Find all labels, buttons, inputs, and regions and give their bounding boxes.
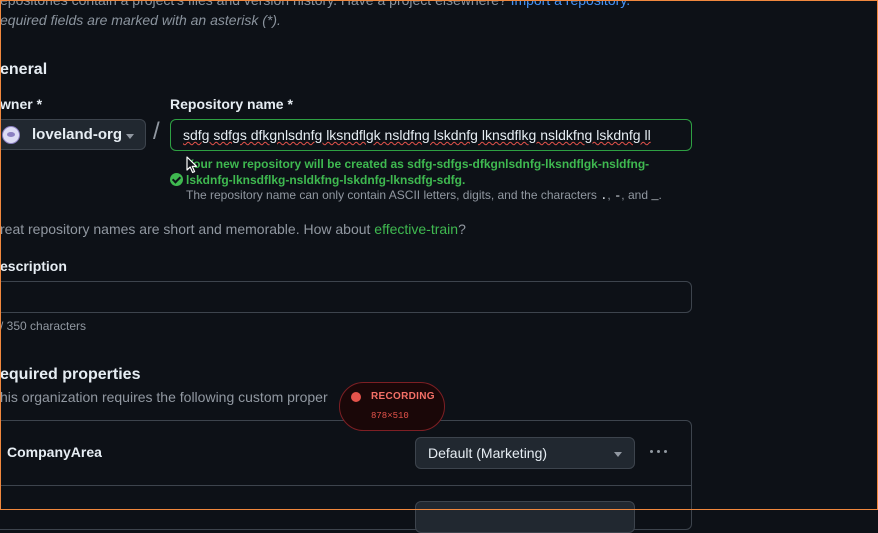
recording-label: RECORDING — [371, 391, 435, 402]
owner-dropdown[interactable]: loveland-org — [0, 119, 146, 150]
property-value-select[interactable]: Default (Marketing) — [415, 437, 635, 469]
record-dot-icon — [351, 392, 361, 402]
next-property-select[interactable] — [415, 501, 635, 533]
mouse-pointer-icon — [186, 156, 198, 174]
chevron-down-icon — [126, 134, 134, 139]
repository-name-label: Repository name * — [170, 96, 293, 112]
check-circle-icon — [170, 173, 183, 186]
property-selected-value: Default (Marketing) — [428, 445, 548, 461]
repository-name-input[interactable]: sdfg sdfgs dfkgnlsdnfg lksndflgk nsldfng… — [170, 119, 692, 151]
chevron-down-icon — [614, 452, 622, 457]
property-name: CompanyArea — [7, 444, 102, 460]
org-avatar — [2, 126, 20, 144]
required-properties-description: his organization requires the following … — [0, 389, 328, 405]
general-heading: eneral — [0, 61, 48, 78]
owner-label: wner * — [0, 96, 43, 112]
name-suggestion: reat repository names are short and memo… — [0, 221, 466, 237]
kebab-menu-icon[interactable] — [650, 450, 668, 454]
owner-name: loveland-org — [32, 126, 123, 143]
repository-name-value: sdfg sdfgs dfkgnlsdnfg lksndflgk nsldfng… — [183, 127, 651, 143]
owner-repo-separator: / — [153, 118, 160, 145]
properties-divider — [0, 485, 692, 486]
required-properties-heading: equired properties — [0, 366, 141, 383]
repository-name-helper: The repository name can only contain ASC… — [186, 188, 662, 203]
description-input[interactable] — [0, 281, 692, 313]
import-repository-link[interactable]: Import a repository. — [511, 0, 631, 8]
suggested-name-link[interactable]: effective-train — [374, 221, 458, 237]
recording-indicator: RECORDING 878×510 — [339, 382, 445, 431]
repository-name-success: Your new repository will be created as s… — [186, 157, 650, 187]
required-note: equired fields are marked with an asteri… — [0, 12, 281, 28]
intro-text: epositories contain a project's files an… — [0, 0, 630, 8]
description-char-count: / 350 characters — [0, 319, 87, 333]
description-label: escription — [0, 258, 67, 274]
recording-size: 878×510 — [371, 411, 409, 421]
